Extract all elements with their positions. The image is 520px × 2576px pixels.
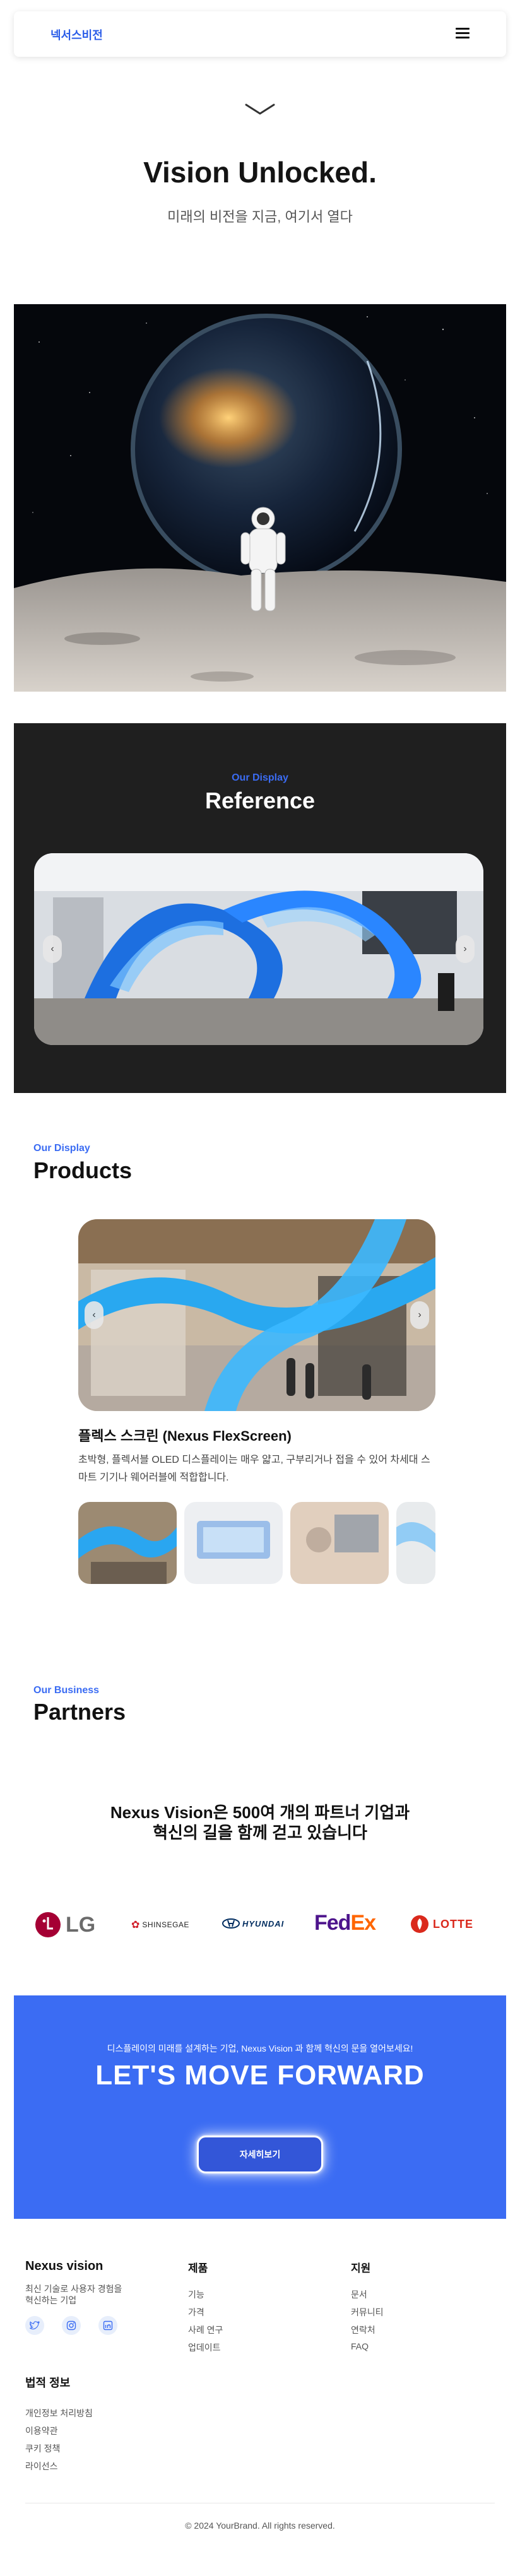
product-name: 플렉스 스크린 (Nexus FlexScreen) — [78, 1428, 292, 1444]
product-thumbnail[interactable] — [184, 1502, 283, 1584]
product-prev-button[interactable]: ‹ — [85, 1301, 103, 1329]
reference-eyebrow: Our Display — [232, 772, 288, 783]
cta-subtext: 디스플레이의 미래를 설계하는 기업, Nexus Vision 과 함께 혁신… — [107, 2043, 413, 2053]
product-thumbnail[interactable] — [78, 1502, 177, 1584]
chevron-right-icon: › — [463, 943, 467, 954]
footer-tagline: 최신 기술로 사용자 경험을 혁신하는 기업 — [25, 2284, 122, 2305]
reference-next-button[interactable]: › — [456, 935, 475, 963]
cta-more-button[interactable]: 자세히보기 — [197, 2136, 323, 2173]
footer-link[interactable]: 문서 — [351, 2288, 367, 2301]
footer-link[interactable]: 연락처 — [351, 2324, 375, 2336]
chevron-left-icon: ‹ — [50, 943, 54, 954]
chevron-right-icon: › — [418, 1309, 422, 1320]
hero-title: Vision Unlocked. — [143, 156, 377, 189]
footer-link[interactable]: FAQ — [351, 2341, 369, 2351]
reference-image: ‹ › — [34, 853, 483, 1045]
shinsegae-flower-icon: ✿ — [131, 1920, 140, 1930]
reference-section: Our Display Reference ‹ › — [14, 723, 506, 1093]
footer-link[interactable]: 이용약관 — [25, 2425, 58, 2437]
hyundai-h-icon — [222, 1918, 240, 1929]
partners-headline-line1: Nexus Vision은 500여 개의 파트너 기업과 — [110, 1803, 410, 1822]
footer-link[interactable]: 쿠키 정책 — [25, 2442, 60, 2455]
footer-link[interactable]: 라이선스 — [25, 2460, 58, 2473]
footer-product-title: 제품 — [188, 2262, 208, 2274]
product-next-button[interactable]: › — [410, 1301, 429, 1329]
chevron-down-icon[interactable] — [241, 100, 279, 119]
chevron-left-icon: ‹ — [92, 1309, 96, 1320]
partner-logo-lotte: LOTTE — [410, 1915, 473, 1934]
footer-link[interactable]: 커뮤니티 — [351, 2306, 384, 2319]
cta-headline: LET'S MOVE FORWARD — [95, 2060, 425, 2091]
product-thumbnail[interactable] — [290, 1502, 389, 1584]
twitter-icon[interactable] — [25, 2316, 44, 2335]
cta-section: 디스플레이의 미래를 설계하는 기업, Nexus Vision 과 함께 혁신… — [14, 1995, 506, 2219]
footer-link[interactable]: 가격 — [188, 2306, 204, 2319]
site-logo[interactable]: 넥서스비전 — [50, 27, 103, 43]
site-header: 넥서스비전 — [14, 11, 506, 57]
hamburger-menu-icon[interactable] — [456, 28, 470, 39]
reference-title: Reference — [204, 788, 316, 813]
footer-legal-title: 법적 정보 — [25, 2377, 71, 2389]
hero-subtitle: 미래의 비전을 지금, 여기서 열다 — [167, 209, 353, 225]
partners-headline-line2: 혁신의 길을 함께 걷고 있습니다 — [153, 1823, 367, 1842]
partner-logo-lg: LG — [34, 1911, 95, 1939]
footer-brand: Nexus vision — [25, 2259, 103, 2273]
footer-support-title: 지원 — [351, 2262, 371, 2274]
instagram-icon[interactable] — [62, 2316, 81, 2335]
lg-logo-icon — [35, 1912, 61, 1937]
footer-link[interactable]: 기능 — [188, 2288, 204, 2301]
partner-logo-shinsegae: ✿ SHINSEGAE — [131, 1920, 189, 1930]
hero-astronaut-image — [14, 304, 506, 692]
partners-title: Partners — [33, 1699, 126, 1725]
linkedin-icon[interactable] — [98, 2316, 117, 2335]
products-eyebrow: Our Display — [33, 1143, 90, 1154]
partner-logos: LG ✿ SHINSEGAE HYUNDAI FedEx LOTTE — [14, 1906, 506, 1944]
partner-logo-fedex: FedEx — [314, 1911, 376, 1935]
product-main-image: ‹ › — [78, 1219, 435, 1411]
footer-link[interactable]: 사례 연구 — [188, 2324, 223, 2336]
copyright-text: © 2024 YourBrand. All rights reserved. — [185, 2520, 335, 2531]
product-description: 초박형, 플렉서블 OLED 디스플레이는 매우 얇고, 구부리거나 접을 수 … — [78, 1455, 430, 1483]
footer-link[interactable]: 개인정보 처리방침 — [25, 2407, 93, 2419]
products-title: Products — [33, 1157, 133, 1183]
lotte-logo-icon — [411, 1915, 428, 1933]
partners-eyebrow: Our Business — [33, 1685, 100, 1696]
reference-prev-button[interactable]: ‹ — [43, 935, 62, 963]
partners-headline: Nexus Vision은 500여 개의 파트너 기업과 혁신의 길을 함께 … — [0, 1802, 520, 1843]
partner-logo-hyundai: HYUNDAI — [222, 1918, 284, 1929]
footer-link[interactable]: 업데이트 — [188, 2341, 221, 2354]
product-thumbnail[interactable] — [396, 1502, 435, 1584]
